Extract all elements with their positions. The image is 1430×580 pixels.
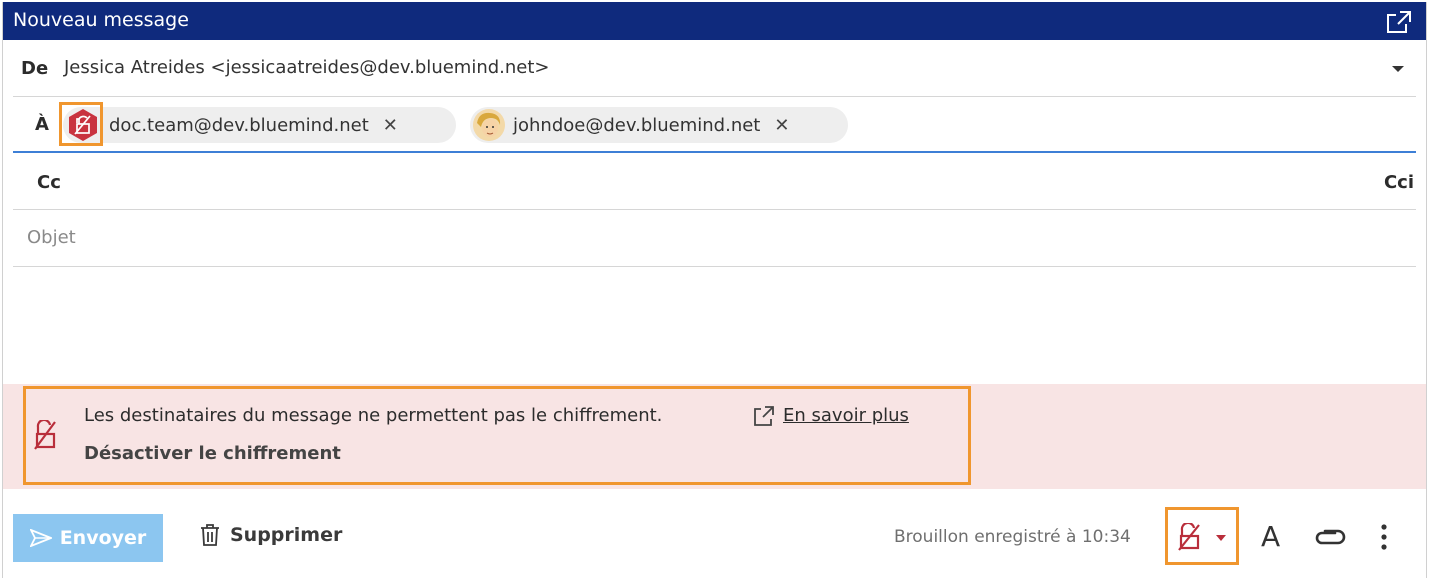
to-label: À: [35, 114, 49, 135]
to-row[interactable]: À doc.team@dev.bluemind.net ✕ johndoe@de…: [13, 97, 1416, 153]
learn-more-link[interactable]: En savoir plus: [783, 405, 909, 426]
subject-placeholder: Objet: [27, 227, 76, 248]
delete-button[interactable]: Supprimer: [200, 524, 342, 546]
compose-title: Nouveau message: [13, 9, 189, 31]
external-link-icon: [754, 406, 774, 426]
avatar: [473, 109, 505, 141]
popout-icon[interactable]: [1386, 10, 1412, 34]
from-row[interactable]: De Jessica Atreides <jessicaatreides@dev…: [13, 40, 1416, 97]
trash-icon: [201, 524, 219, 546]
disable-encryption-button[interactable]: Désactiver le chiffrement: [84, 443, 341, 464]
subject-field[interactable]: Objet: [13, 210, 1416, 267]
delete-label: Supprimer: [230, 524, 343, 546]
encryption-alert: Les destinataires du message ne permette…: [3, 384, 1426, 489]
send-label: Envoyer: [59, 527, 147, 549]
draft-status: Brouillon enregistré à 10:34: [894, 527, 1131, 547]
text-format-icon[interactable]: A: [1261, 520, 1280, 553]
remove-recipient-icon[interactable]: ✕: [383, 115, 398, 136]
send-button[interactable]: Envoyer: [13, 514, 163, 562]
attachment-icon[interactable]: [1313, 526, 1347, 550]
no-encryption-icon: [34, 420, 56, 450]
no-encryption-icon: [1178, 523, 1200, 551]
encryption-warning-highlight: [59, 102, 103, 146]
recipient-chip[interactable]: doc.team@dev.bluemind.net ✕: [63, 107, 456, 143]
chevron-down-icon: [1216, 535, 1226, 541]
alert-message: Les destinataires du message ne permette…: [84, 405, 663, 426]
compose-window: Nouveau message De Jessica Atreides <jes…: [2, 2, 1427, 578]
send-icon: [29, 529, 52, 547]
from-label: De: [21, 58, 49, 79]
more-options-icon[interactable]: [1379, 524, 1389, 550]
encryption-dropdown-button[interactable]: [1165, 507, 1239, 565]
from-value[interactable]: Jessica Atreides <jessicaatreides@dev.bl…: [64, 57, 550, 78]
recipient-email: johndoe@dev.bluemind.net: [513, 114, 761, 136]
alert-highlight: [23, 386, 971, 485]
cc-row[interactable]: Cc Cci: [13, 153, 1416, 210]
chevron-down-icon[interactable]: [1392, 66, 1404, 72]
recipient-chip[interactable]: johndoe@dev.bluemind.net ✕: [470, 107, 848, 143]
remove-recipient-icon[interactable]: ✕: [774, 115, 789, 136]
bcc-toggle[interactable]: Cci: [1384, 172, 1414, 193]
recipient-email: doc.team@dev.bluemind.net: [109, 114, 369, 136]
compose-footer: Envoyer Supprimer Brouillon enregistré à…: [3, 490, 1426, 578]
cc-label: Cc: [37, 172, 61, 193]
compose-header: Nouveau message: [3, 2, 1426, 40]
